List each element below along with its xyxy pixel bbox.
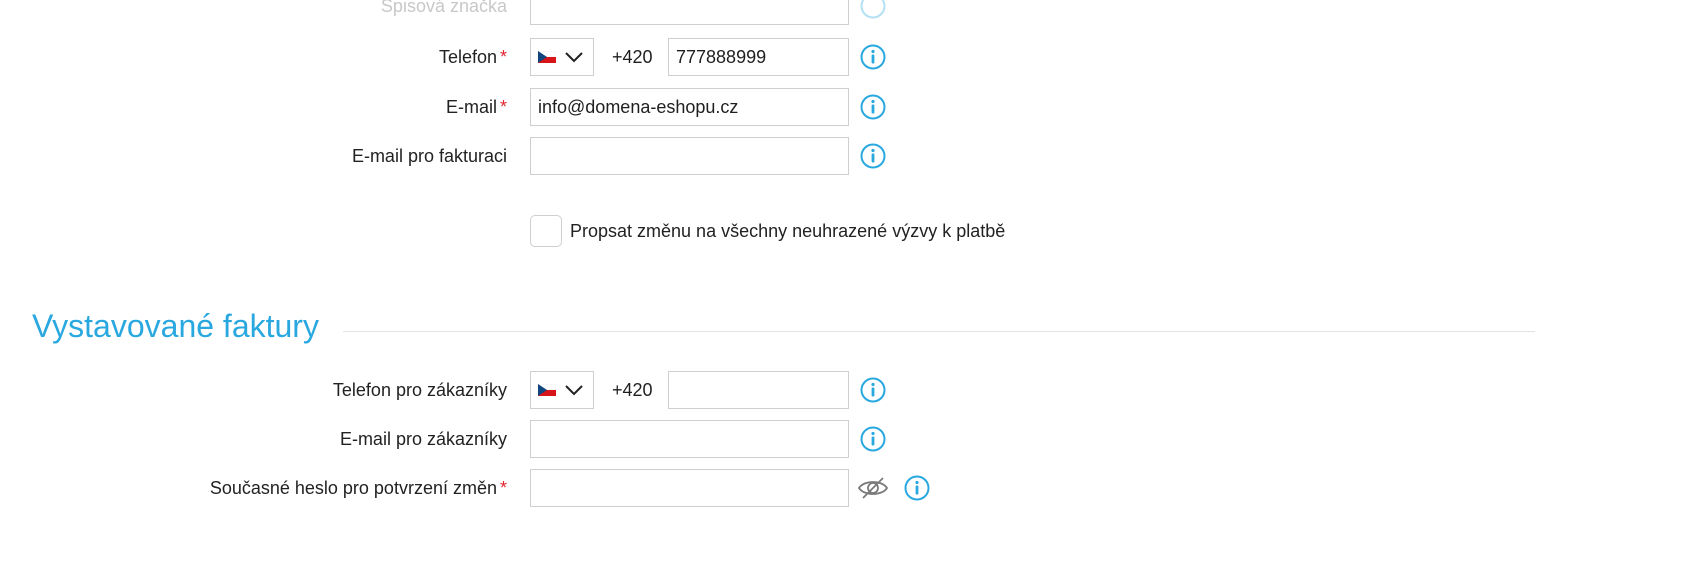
phone-country-select[interactable] [530,38,594,76]
info-icon[interactable] [859,93,887,121]
current-password-label: Současné heslo pro potvrzení změn * [209,477,507,498]
chevron-down-icon [565,52,583,63]
customer-email-label: E-mail pro zákazníky [339,428,507,449]
spisova-znacka-input[interactable] [530,0,849,25]
info-icon[interactable] [859,0,887,20]
required-mark: * [499,46,507,67]
customer-phone-row: Telefon pro zákazníky +420 [0,371,1693,409]
required-mark: * [499,96,507,117]
current-password-input[interactable] [530,469,849,507]
billing-email-input[interactable] [530,137,849,175]
customer-phone-label: Telefon pro zákazníky [332,379,507,400]
propagate-checkbox[interactable] [530,215,562,247]
info-icon[interactable] [859,376,887,404]
cz-flag-icon [538,51,556,63]
info-icon[interactable] [859,43,887,71]
email-row: E-mail * info@domena-eshopu.cz [0,88,1693,126]
section-divider [343,331,1535,332]
customer-email-row: E-mail pro zákazníky [0,420,1693,458]
customer-phone-prefix: +420 [612,379,653,400]
spisova-znacka-row: Spisová značka [0,0,1693,25]
required-mark: * [499,477,507,498]
info-icon[interactable] [859,142,887,170]
customer-email-input[interactable] [530,420,849,458]
customer-phone-input[interactable] [668,371,849,409]
current-password-row: Současné heslo pro potvrzení změn * [0,469,1693,507]
section-title-invoices: Vystavované faktury [32,308,319,344]
customer-phone-country-select[interactable] [530,371,594,409]
email-label: E-mail * [445,96,507,117]
chevron-down-icon [565,385,583,396]
spisova-znacka-label: Spisová značka [380,0,507,16]
propagate-checkbox-label[interactable]: Propsat změnu na všechny neuhrazené výzv… [570,215,1005,247]
billing-email-row: E-mail pro fakturaci [0,137,1693,175]
phone-prefix: +420 [612,46,653,67]
phone-label: Telefon * [438,46,507,67]
phone-input[interactable]: 777888999 [668,38,849,76]
cz-flag-icon [538,384,556,396]
email-input[interactable]: info@domena-eshopu.cz [530,88,849,126]
phone-row: Telefon * +420 777888999 [0,38,1693,76]
info-icon[interactable] [859,425,887,453]
info-icon[interactable] [903,474,931,502]
billing-email-label: E-mail pro fakturaci [351,145,507,166]
eye-slash-icon[interactable] [857,472,889,504]
